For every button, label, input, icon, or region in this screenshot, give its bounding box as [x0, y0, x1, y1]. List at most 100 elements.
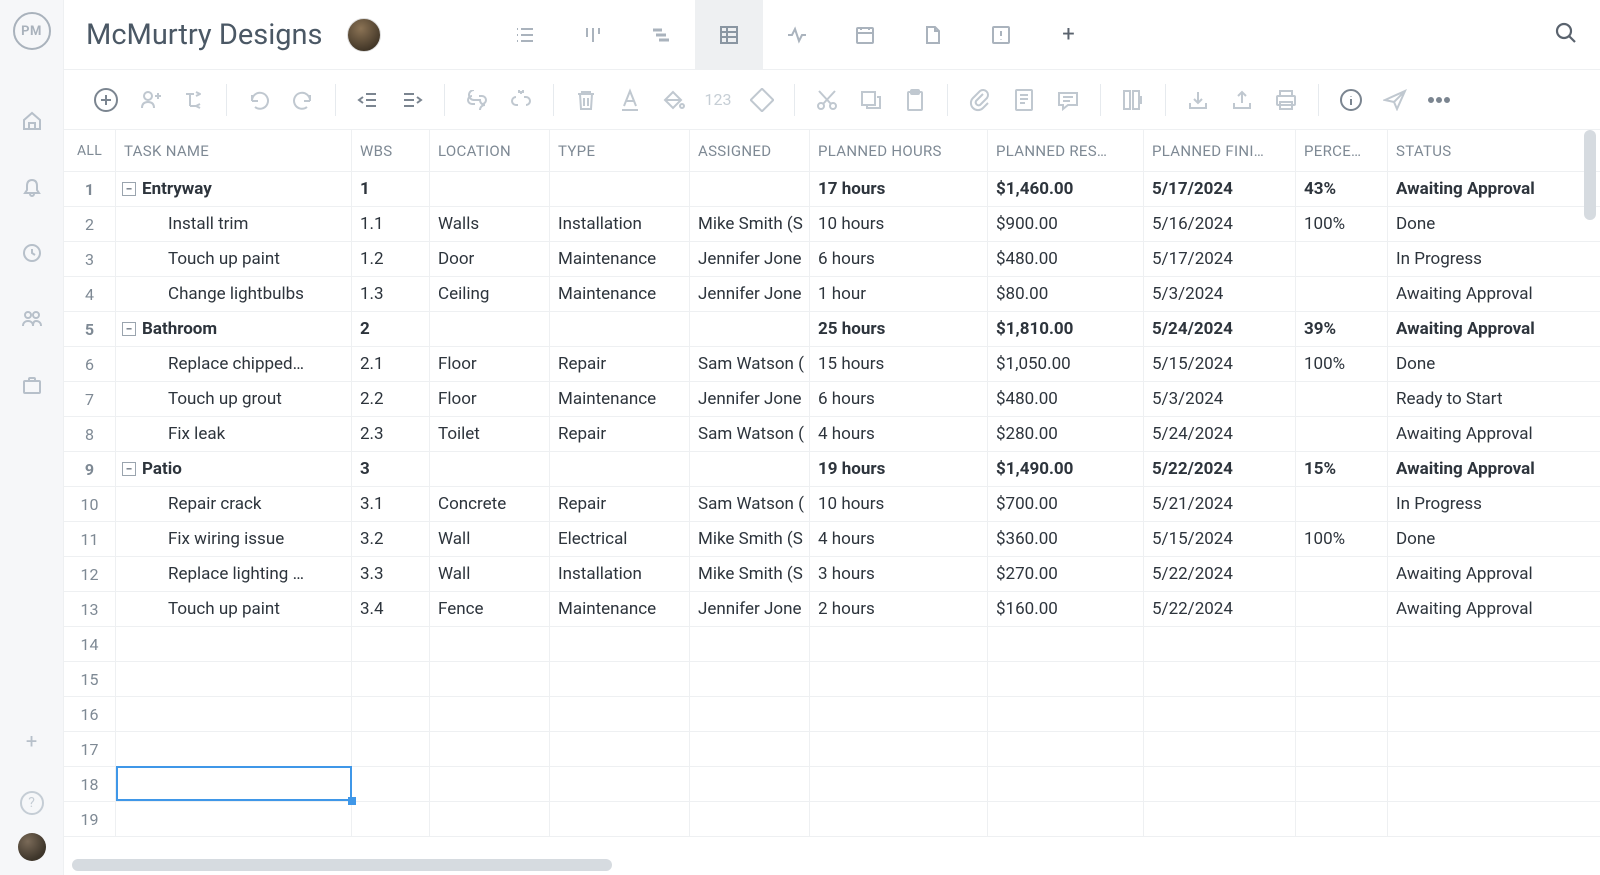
cell-pct[interactable]: [1296, 277, 1388, 311]
row-number[interactable]: 5: [64, 312, 116, 346]
cell-pct[interactable]: 43%: [1296, 172, 1388, 206]
cell-cost[interactable]: [988, 732, 1144, 766]
cell-hours[interactable]: 25 hours: [810, 312, 988, 346]
cell-pct[interactable]: [1296, 697, 1388, 731]
cell-finish[interactable]: [1144, 732, 1296, 766]
cell-cost[interactable]: $700.00: [988, 487, 1144, 521]
col-planned-hours[interactable]: PLANNED HOURS: [810, 130, 988, 171]
list-view-tab[interactable]: [491, 0, 559, 70]
send-button[interactable]: [1375, 80, 1415, 120]
cell-wbs[interactable]: 3: [352, 452, 430, 486]
cell-hours[interactable]: 17 hours: [810, 172, 988, 206]
table-row[interactable]: 8Fix leak2.3ToiletRepairSam Watson (4 ho…: [64, 417, 1600, 452]
cell-type[interactable]: [550, 802, 690, 836]
cell-loc[interactable]: [430, 697, 550, 731]
cell-pct[interactable]: [1296, 487, 1388, 521]
cell-cost[interactable]: $360.00: [988, 522, 1144, 556]
cell-loc[interactable]: [430, 802, 550, 836]
cell-wbs[interactable]: [352, 767, 430, 801]
cell-status[interactable]: Done: [1388, 522, 1564, 556]
text-color-button[interactable]: [610, 80, 650, 120]
cell-type[interactable]: [550, 767, 690, 801]
cell-type[interactable]: [550, 732, 690, 766]
cell-cost[interactable]: $1,050.00: [988, 347, 1144, 381]
notes-button[interactable]: [1004, 80, 1044, 120]
cell-finish[interactable]: 5/15/2024: [1144, 347, 1296, 381]
cell-assign[interactable]: [690, 802, 810, 836]
cell-task-name[interactable]: [116, 767, 352, 801]
cell-finish[interactable]: 5/22/2024: [1144, 557, 1296, 591]
project-owner-avatar[interactable]: [347, 18, 381, 52]
row-number[interactable]: 16: [64, 697, 116, 731]
cell-pct[interactable]: [1296, 802, 1388, 836]
col-percent[interactable]: PERCE…: [1296, 130, 1388, 171]
gantt-view-tab[interactable]: [627, 0, 695, 70]
cell-finish[interactable]: [1144, 697, 1296, 731]
cell-loc[interactable]: Walls: [430, 207, 550, 241]
cell-wbs[interactable]: 1.2: [352, 242, 430, 276]
cell-loc[interactable]: Floor: [430, 347, 550, 381]
info-button[interactable]: [1331, 80, 1371, 120]
cell-task-name[interactable]: Change lightbulbs: [116, 277, 352, 311]
cell-cost[interactable]: $480.00: [988, 382, 1144, 416]
row-number[interactable]: 3: [64, 242, 116, 276]
cell-loc[interactable]: [430, 767, 550, 801]
cell-status[interactable]: Awaiting Approval: [1388, 592, 1564, 626]
cell-type[interactable]: [550, 662, 690, 696]
more-button[interactable]: [1419, 80, 1459, 120]
print-button[interactable]: [1266, 80, 1306, 120]
files-view-tab[interactable]: [899, 0, 967, 70]
cell-loc[interactable]: [430, 452, 550, 486]
cell-loc[interactable]: [430, 662, 550, 696]
cell-hours[interactable]: 15 hours: [810, 347, 988, 381]
table-row[interactable]: 14: [64, 627, 1600, 662]
cell-task-name[interactable]: Replace lighting …: [116, 557, 352, 591]
col-all[interactable]: ALL: [64, 130, 116, 171]
cell-loc[interactable]: Wall: [430, 557, 550, 591]
cell-pct[interactable]: [1296, 732, 1388, 766]
cell-assign[interactable]: Jennifer Jone: [690, 242, 810, 276]
table-row[interactable]: 18: [64, 767, 1600, 802]
table-row[interactable]: 7Touch up grout2.2FloorMaintenanceJennif…: [64, 382, 1600, 417]
home-icon[interactable]: [20, 109, 44, 133]
cell-task-name[interactable]: [116, 662, 352, 696]
cut-button[interactable]: [807, 80, 847, 120]
row-number[interactable]: 4: [64, 277, 116, 311]
cell-task-name[interactable]: Touch up grout: [116, 382, 352, 416]
cell-status[interactable]: Done: [1388, 347, 1564, 381]
table-row[interactable]: 11Fix wiring issue3.2WallElectricalMike …: [64, 522, 1600, 557]
cell-pct[interactable]: [1296, 627, 1388, 661]
cell-wbs[interactable]: 3.1: [352, 487, 430, 521]
indent-button[interactable]: [392, 80, 432, 120]
row-number[interactable]: 1: [64, 172, 116, 206]
cell-task-name[interactable]: −Bathroom: [116, 312, 352, 346]
row-number[interactable]: 11: [64, 522, 116, 556]
cell-finish[interactable]: 5/22/2024: [1144, 452, 1296, 486]
assign-button[interactable]: [130, 80, 170, 120]
cell-status[interactable]: In Progress: [1388, 242, 1564, 276]
col-task-name[interactable]: TASK NAME: [116, 130, 352, 171]
cell-finish[interactable]: [1144, 662, 1296, 696]
row-number[interactable]: 14: [64, 627, 116, 661]
cell-assign[interactable]: Mike Smith (S: [690, 557, 810, 591]
cell-loc[interactable]: [430, 627, 550, 661]
cell-pct[interactable]: 100%: [1296, 207, 1388, 241]
cell-status[interactable]: Awaiting Approval: [1388, 172, 1564, 206]
row-number[interactable]: 18: [64, 767, 116, 801]
cell-type[interactable]: Maintenance: [550, 277, 690, 311]
vertical-scrollbar[interactable]: [1584, 130, 1596, 220]
cell-loc[interactable]: Concrete: [430, 487, 550, 521]
import-button[interactable]: [1178, 80, 1218, 120]
collapse-toggle[interactable]: −: [122, 182, 136, 196]
cell-task-name[interactable]: [116, 697, 352, 731]
cell-loc[interactable]: Floor: [430, 382, 550, 416]
table-row[interactable]: 13Touch up paint3.4FenceMaintenanceJenni…: [64, 592, 1600, 627]
cell-hours[interactable]: 6 hours: [810, 242, 988, 276]
cell-type[interactable]: Installation: [550, 557, 690, 591]
cell-assign[interactable]: [690, 172, 810, 206]
cell-type[interactable]: Maintenance: [550, 592, 690, 626]
cell-type[interactable]: Electrical: [550, 522, 690, 556]
priority-button[interactable]: [742, 80, 782, 120]
cell-finish[interactable]: 5/22/2024: [1144, 592, 1296, 626]
row-number[interactable]: 17: [64, 732, 116, 766]
